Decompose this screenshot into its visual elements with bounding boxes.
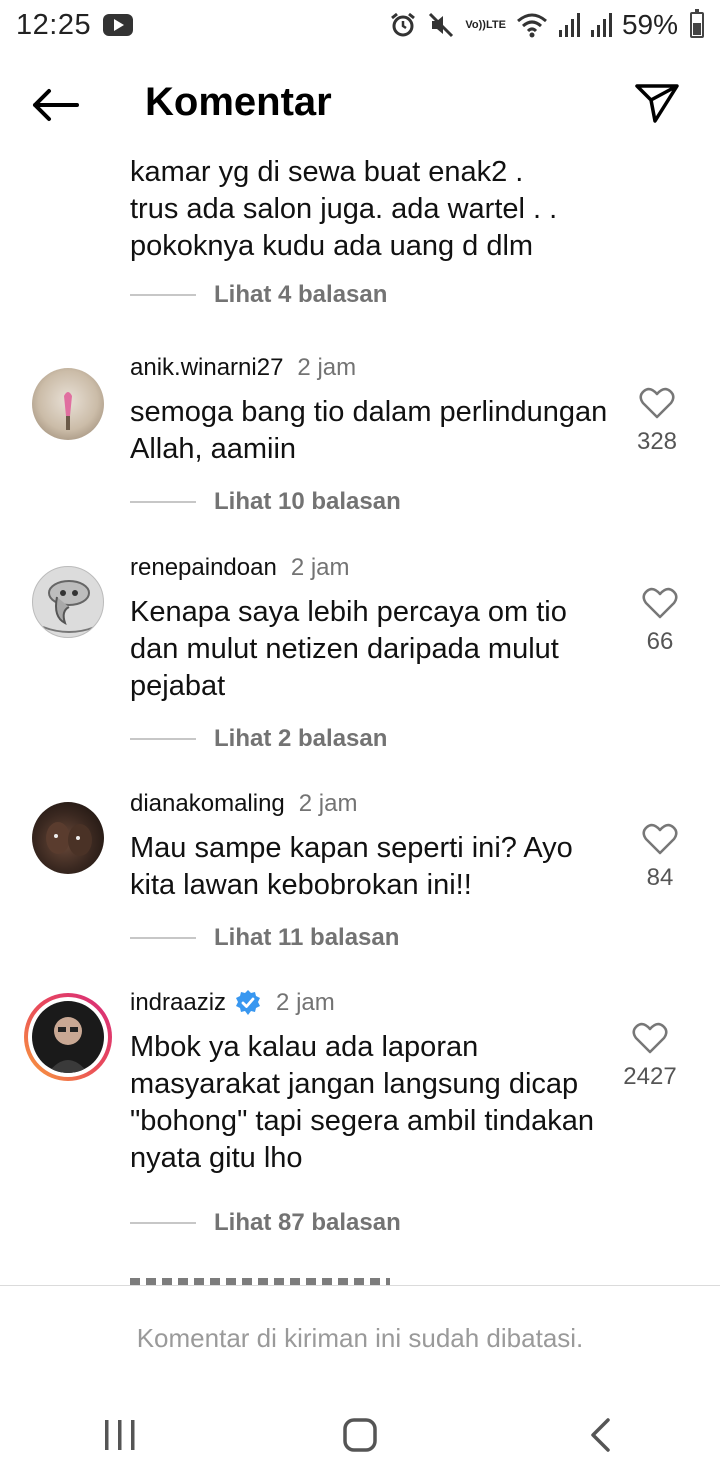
- send-icon: [635, 84, 679, 123]
- status-bar: 12:25 Vo)) LTE 59%: [0, 0, 720, 50]
- comment-text: Mau sampe kapan seperti ini? Ayo kita la…: [130, 832, 573, 901]
- view-replies-label: Lihat 4 balasan: [214, 281, 388, 308]
- volte-label: Vo)): [465, 18, 486, 31]
- view-replies-button[interactable]: Lihat 2 balasan: [130, 719, 610, 759]
- timestamp: 2 jam: [276, 989, 335, 1016]
- home-button[interactable]: [320, 1405, 400, 1465]
- timestamp: 2 jam: [298, 790, 358, 817]
- avatar[interactable]: [32, 802, 104, 874]
- partial-comment: kamar yg di sewa buat enak2 . trus ada s…: [130, 140, 650, 315]
- view-replies-button[interactable]: Lihat 87 balasan: [130, 1203, 610, 1243]
- timestamp: 2 jam: [297, 354, 357, 381]
- alarm-icon: [389, 10, 417, 40]
- comment-body: renepaindoan 2 jam Kenapa saya lebih per…: [130, 550, 610, 759]
- like-column: 328: [622, 386, 692, 456]
- like-count: 328: [636, 428, 678, 455]
- like-count: 2427: [623, 1063, 677, 1090]
- avatar[interactable]: [32, 566, 104, 638]
- avatar-image: [42, 580, 96, 633]
- like-column: 84: [625, 822, 695, 892]
- comment-body: dianakomaling 2 jam Mau sampe kapan sepe…: [130, 786, 610, 958]
- view-replies-label: Lihat 11 balasan: [214, 924, 400, 951]
- comment-text: semoga bang tio dalam perlindungan Allah…: [130, 396, 608, 465]
- replies-divider: [130, 937, 196, 939]
- replies-divider: [130, 738, 196, 740]
- view-replies-label: Lihat 10 balasan: [214, 488, 401, 515]
- status-time: 12:25: [16, 8, 92, 41]
- comments-restricted-text: Komentar di kiriman ini sudah dibatasi.: [136, 1322, 584, 1353]
- heart-icon[interactable]: [642, 822, 678, 856]
- back-button[interactable]: [30, 80, 80, 130]
- recent-apps-button[interactable]: [80, 1405, 160, 1465]
- comments-restricted-banner: Komentar di kiriman ini sudah dibatasi.: [0, 1285, 720, 1390]
- comment-body: indraaziz 2 jam Mbok ya kalau ada lapora…: [130, 985, 610, 1243]
- view-replies-button[interactable]: Lihat 10 balasan: [130, 482, 610, 522]
- story-ring-avatar[interactable]: [24, 993, 112, 1081]
- comment-meta: anik.winarni27 2 jam: [130, 350, 610, 386]
- page-title: Komentar: [145, 80, 332, 124]
- username[interactable]: dianakomaling: [130, 790, 285, 818]
- replies-divider: [130, 294, 196, 296]
- username[interactable]: indraaziz: [130, 989, 226, 1017]
- share-button[interactable]: [632, 78, 682, 128]
- status-icons: Vo)) LTE 59%: [389, 9, 704, 41]
- avatar: [32, 1001, 104, 1073]
- avatar[interactable]: [32, 368, 104, 440]
- like-count: 66: [646, 628, 674, 655]
- username[interactable]: anik.winarni27: [130, 354, 283, 382]
- heart-icon[interactable]: [639, 386, 675, 420]
- comment-meta: dianakomaling 2 jam: [130, 786, 610, 822]
- youtube-notification-icon: [103, 14, 134, 36]
- system-nav-bar: [0, 1390, 720, 1480]
- avatar-image: [48, 1017, 88, 1073]
- chevron-left-icon: [591, 1418, 610, 1452]
- like-column: 66: [625, 586, 695, 656]
- home-icon: [343, 1418, 377, 1452]
- like-count: 84: [646, 864, 674, 891]
- avatar-image: [64, 392, 72, 430]
- signal-icon-1: [558, 10, 580, 40]
- mute-icon: [427, 10, 455, 40]
- next-comment-peek: [130, 1278, 390, 1285]
- comment-meta: renepaindoan 2 jam: [130, 550, 610, 586]
- signal-icon-2: [590, 10, 612, 40]
- replies-divider: [130, 1222, 196, 1224]
- view-replies-label: Lihat 87 balasan: [214, 1209, 401, 1236]
- comment-body: anik.winarni27 2 jam semoga bang tio dal…: [130, 350, 610, 522]
- comment-text: Kenapa saya lebih percaya om tio dan mul…: [130, 596, 567, 702]
- volte-icon: Vo)) LTE: [465, 10, 506, 40]
- battery-percent: 59%: [621, 9, 678, 40]
- view-replies-button[interactable]: Lihat 4 balasan: [130, 275, 650, 315]
- avatar-ring-gap: [28, 997, 108, 1077]
- next-comment-peek-text: [130, 1278, 390, 1285]
- view-replies-label: Lihat 2 balasan: [214, 725, 388, 752]
- view-replies-button[interactable]: Lihat 11 balasan: [130, 918, 610, 958]
- comments-list[interactable]: kamar yg di sewa buat enak2 . trus ada s…: [0, 140, 720, 1285]
- comment-text: kamar yg di sewa buat enak2 . trus ada s…: [130, 156, 558, 262]
- like-column: 2427: [615, 1021, 685, 1091]
- comment-text: Mbok ya kalau ada laporan masyarakat jan…: [130, 1031, 594, 1174]
- timestamp: 2 jam: [290, 554, 350, 581]
- battery-icon: [690, 9, 704, 38]
- wifi-icon: [516, 10, 548, 40]
- arrow-left-icon: [33, 89, 79, 121]
- comment-meta: indraaziz 2 jam: [130, 985, 610, 1021]
- back-nav-button[interactable]: [560, 1405, 640, 1465]
- heart-icon[interactable]: [632, 1021, 668, 1055]
- header: Komentar: [0, 60, 720, 150]
- network-label: LTE: [485, 18, 506, 31]
- verified-badge-icon: [234, 989, 262, 1017]
- recent-apps-icon: [105, 1420, 135, 1450]
- username[interactable]: renepaindoan: [130, 554, 277, 582]
- heart-icon[interactable]: [642, 586, 678, 620]
- avatar-image: [46, 822, 92, 856]
- replies-divider: [130, 501, 196, 503]
